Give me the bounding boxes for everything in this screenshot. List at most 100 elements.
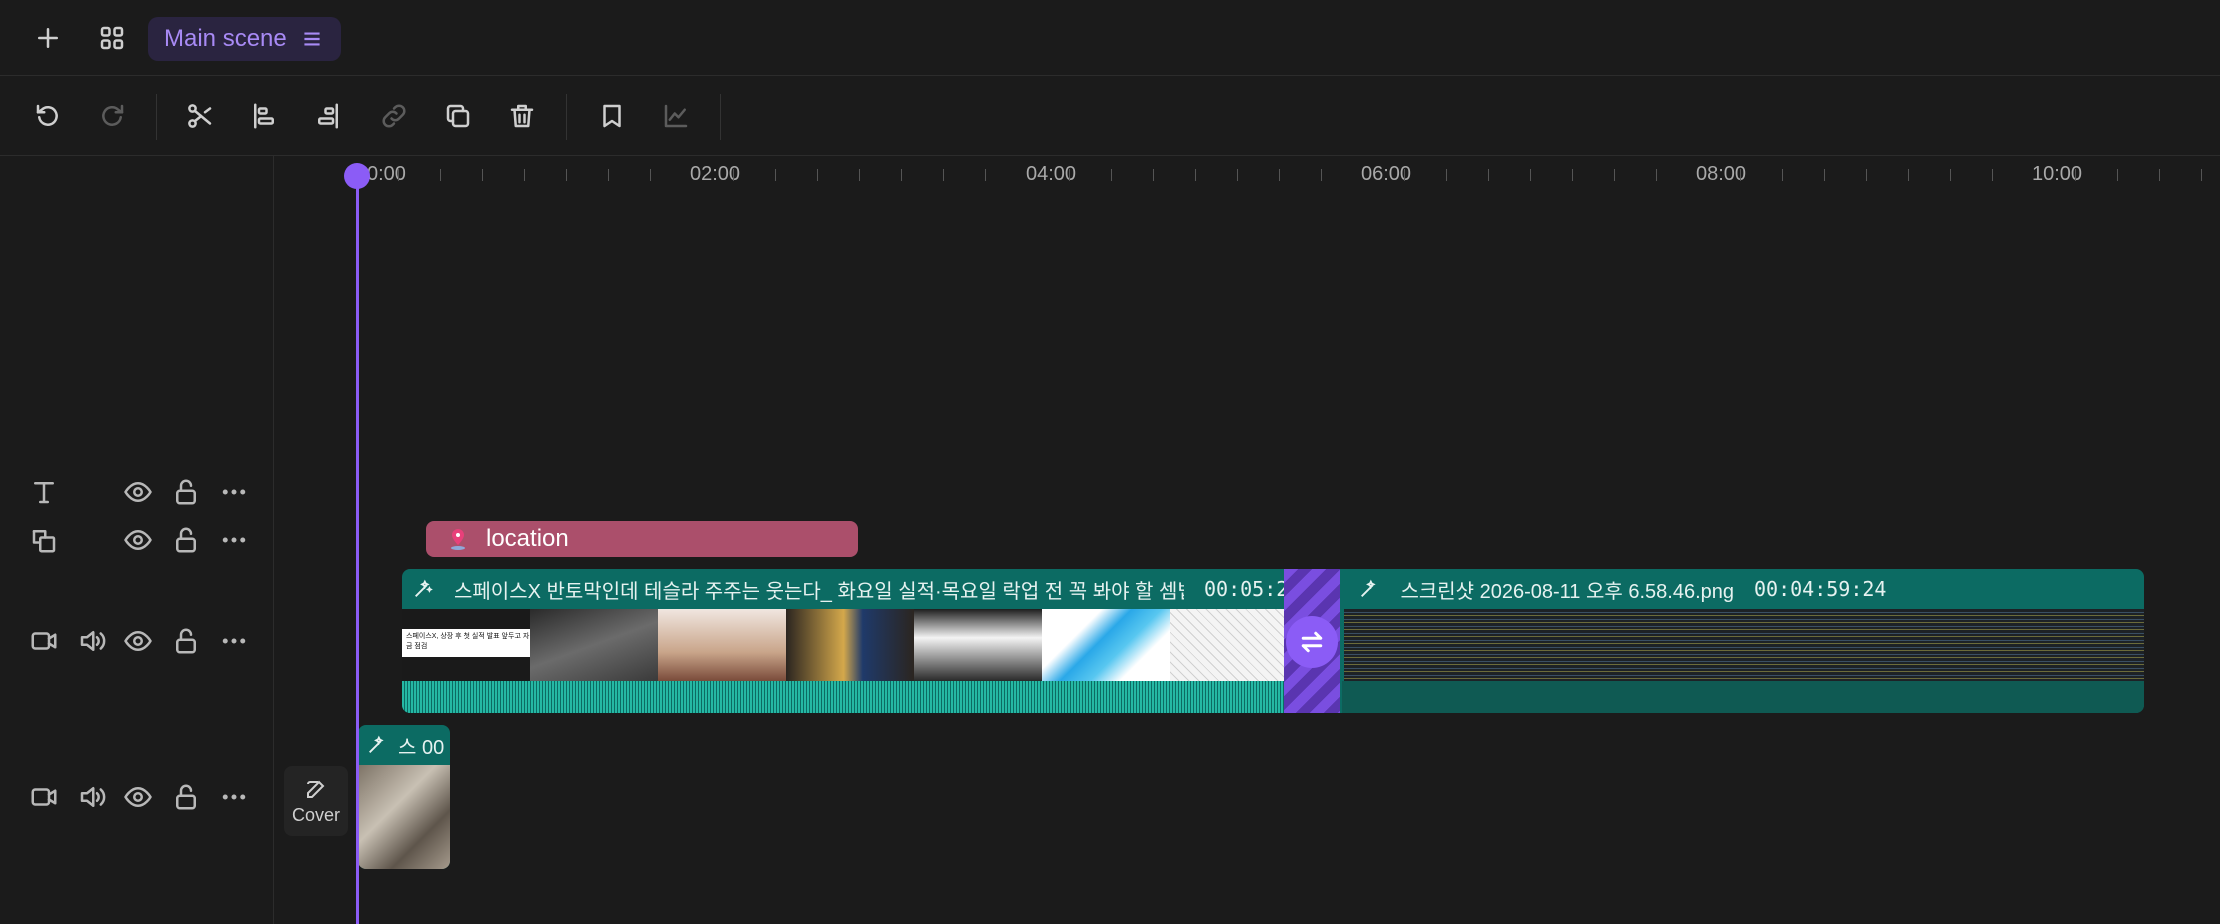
ruler-tick — [1111, 169, 1112, 181]
video-thumbnail — [658, 609, 786, 681]
clip-header: 스페이스X 반토막인데 테슬라 주주는 웃는다_ 화요일 실적·목요일 락업 전… — [402, 569, 2144, 609]
video-thumbnail — [1042, 609, 1170, 681]
lock-icon[interactable] — [166, 777, 206, 817]
ruler-label: 08:00 — [1696, 163, 1747, 185]
more-icon[interactable] — [214, 520, 254, 560]
video-clip[interactable]: 스페이스X 반토막인데 테슬라 주주는 웃는다_ 화요일 실적·목요일 락업 전… — [402, 569, 2144, 713]
ruler-tick — [440, 169, 441, 181]
magic-wand-icon — [1361, 579, 1377, 597]
split-icon[interactable] — [176, 92, 224, 140]
clip-duration: 00:04:59:24 — [1754, 577, 1887, 601]
ruler-tick — [733, 169, 734, 181]
swap-icon — [1301, 631, 1323, 653]
video-thumbnail — [914, 609, 1042, 681]
ruler-tick — [817, 169, 818, 181]
location-pin-icon — [451, 529, 465, 550]
camera-icon — [24, 621, 64, 661]
ruler-tick — [608, 169, 609, 181]
ruler-tick — [1614, 169, 1615, 181]
ruler-tick — [1530, 169, 1531, 181]
ruler-tick — [1404, 169, 1405, 181]
grid-icon[interactable] — [88, 14, 136, 62]
clip-title: 스크린샷 2026-08-11 오후 6.58.46.png — [1400, 580, 1734, 603]
screenshot-thumbnail — [1344, 609, 2144, 681]
link-icon[interactable] — [370, 92, 418, 140]
speaker-icon[interactable] — [72, 777, 112, 817]
duplicate-icon[interactable] — [434, 92, 482, 140]
toolbar-divider — [720, 94, 721, 140]
ruler-tick — [943, 169, 944, 181]
lock-icon[interactable] — [166, 621, 206, 661]
eye-icon[interactable] — [118, 472, 158, 512]
menu-icon — [304, 32, 320, 46]
cover-label: Cover — [291, 804, 340, 825]
more-icon[interactable] — [214, 472, 254, 512]
plus-icon[interactable] — [24, 14, 72, 62]
align-left-icon[interactable] — [240, 92, 288, 140]
video-clip-small[interactable]: 스 00 — [358, 725, 450, 869]
bookmark-icon[interactable] — [588, 92, 636, 140]
clip-title: 스페이스X 반토막인데 테슬라 주주는 웃는다_ 화요일 실적·목요일 락업 전… — [454, 580, 1184, 603]
location-clip[interactable]: location — [426, 521, 858, 557]
delete-icon[interactable] — [498, 92, 546, 140]
video-thumbnail — [786, 609, 914, 681]
video-thumbnail: 스페이스X, 상장 후 첫 실적 발표 앞두고 자금 점검 — [402, 609, 530, 681]
ruler-tick — [2117, 169, 2118, 181]
ruler-tick — [1908, 169, 1909, 181]
ruler-tick — [901, 169, 902, 181]
more-icon[interactable] — [214, 621, 254, 661]
video-thumbnail — [530, 609, 658, 681]
edit-toolbar — [0, 76, 2220, 156]
ruler-label: 0:00 — [367, 163, 406, 185]
ruler-tick — [2159, 169, 2160, 181]
ruler-tick — [1321, 169, 1322, 181]
ruler-tick — [1992, 169, 1993, 181]
scene-selector[interactable]: Main scene — [148, 17, 341, 61]
ruler-tick — [1195, 169, 1196, 181]
ruler-tick — [1488, 169, 1489, 181]
edit-icon — [307, 780, 325, 798]
playhead-line[interactable] — [356, 176, 359, 924]
ruler-tick — [859, 169, 860, 181]
eye-icon[interactable] — [118, 520, 158, 560]
ruler-tick — [566, 169, 567, 181]
top-bar: Main scene — [0, 0, 2220, 76]
chart-icon[interactable] — [652, 92, 700, 140]
redo-icon[interactable] — [88, 92, 136, 140]
ruler-tick — [1279, 169, 1280, 181]
lock-icon[interactable] — [166, 520, 206, 560]
eye-icon[interactable] — [118, 777, 158, 817]
ruler-tick — [2201, 169, 2202, 181]
transition-button[interactable] — [1286, 616, 1338, 668]
toolbar-divider — [566, 94, 567, 140]
text-icon — [24, 472, 64, 512]
playhead-handle[interactable] — [344, 163, 370, 189]
shapes-icon — [24, 520, 64, 560]
more-icon[interactable] — [214, 777, 254, 817]
magic-wand-icon — [369, 735, 384, 753]
clip-header: 스 00 — [358, 725, 450, 765]
undo-icon[interactable] — [24, 92, 72, 140]
location-clip-label: location — [486, 525, 569, 552]
cover-button[interactable]: Cover — [284, 766, 348, 836]
clip-thumbnails: 스페이스X, 상장 후 첫 실적 발표 앞두고 자금 점검 — [402, 609, 2144, 681]
camera-icon — [24, 777, 64, 817]
align-right-icon[interactable] — [304, 92, 352, 140]
video-thumbnail — [1170, 609, 1286, 681]
toolbar-divider — [156, 94, 157, 140]
ruler-tick — [398, 169, 399, 181]
speaker-icon[interactable] — [72, 621, 112, 661]
eye-icon[interactable] — [118, 621, 158, 661]
ruler-tick — [1069, 169, 1070, 181]
ruler-tick — [1740, 169, 1741, 181]
clip-title: 스 00 — [398, 736, 445, 759]
video-thumbnail — [358, 765, 450, 869]
ruler-tick — [1866, 169, 1867, 181]
ruler-tick — [1446, 169, 1447, 181]
ruler-tick — [985, 169, 986, 181]
lock-icon[interactable] — [166, 472, 206, 512]
ruler-tick — [524, 169, 525, 181]
ruler-tick — [1950, 169, 1951, 181]
ruler-tick — [1153, 169, 1154, 181]
ruler-tick — [775, 169, 776, 181]
